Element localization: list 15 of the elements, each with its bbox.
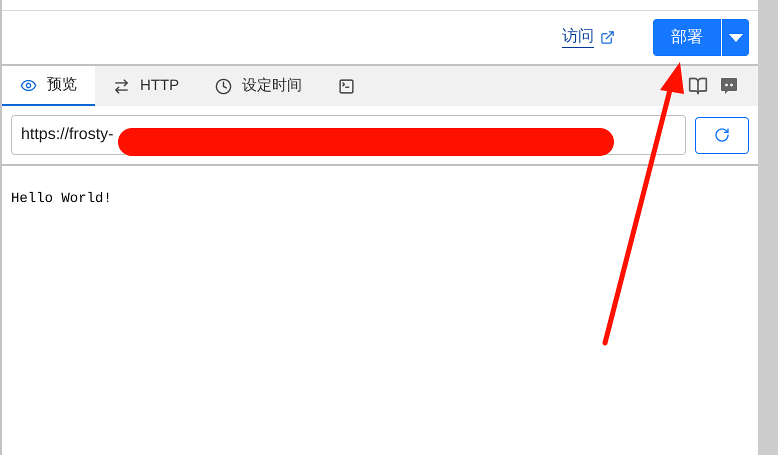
refresh-icon [714,127,730,143]
chat-icon[interactable] [720,77,738,95]
dropdown-button[interactable] [721,19,749,56]
tab[interactable]: HTTP [95,66,198,106]
preview-text: Hello World! [11,191,112,207]
tab[interactable]: 预览 [2,66,95,106]
visit-link[interactable]: 访问 [562,27,615,48]
caret-icon [728,34,742,42]
refresh-button[interactable] [695,116,749,154]
arrows-icon [113,78,130,94]
clock-icon [215,78,232,94]
tab[interactable]: 设定时间 [197,66,320,106]
external-link-icon [600,30,615,45]
book-icon[interactable] [688,76,708,96]
terminal-icon [338,78,356,94]
